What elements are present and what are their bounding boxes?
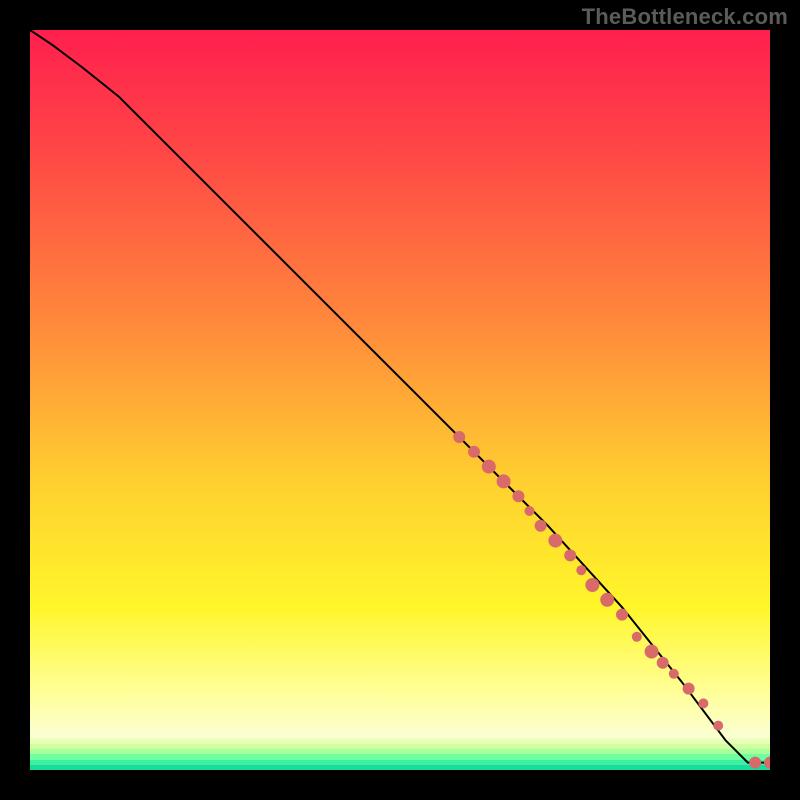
data-point (453, 431, 465, 443)
data-point (645, 645, 659, 659)
data-point (600, 593, 614, 607)
data-point (576, 565, 586, 575)
watermark-text: TheBottleneck.com (582, 4, 788, 30)
stage: TheBottleneck.com (0, 0, 800, 800)
data-point (713, 721, 723, 731)
data-point (616, 609, 628, 621)
data-point (749, 757, 761, 769)
data-points-group (453, 431, 770, 769)
plot-area (30, 30, 770, 770)
data-point (698, 698, 708, 708)
data-point (683, 683, 695, 695)
data-point (535, 520, 547, 532)
data-point (764, 757, 770, 769)
data-point (585, 578, 599, 592)
data-point (657, 657, 669, 669)
data-point (512, 490, 524, 502)
data-point (468, 446, 480, 458)
data-point (548, 534, 562, 548)
data-point (497, 474, 511, 488)
data-point (632, 632, 642, 642)
data-point (525, 506, 535, 516)
data-point (482, 460, 496, 474)
data-point (564, 549, 576, 561)
data-point (669, 669, 679, 679)
bottleneck-curve (30, 30, 770, 763)
chart-overlay-svg (30, 30, 770, 770)
